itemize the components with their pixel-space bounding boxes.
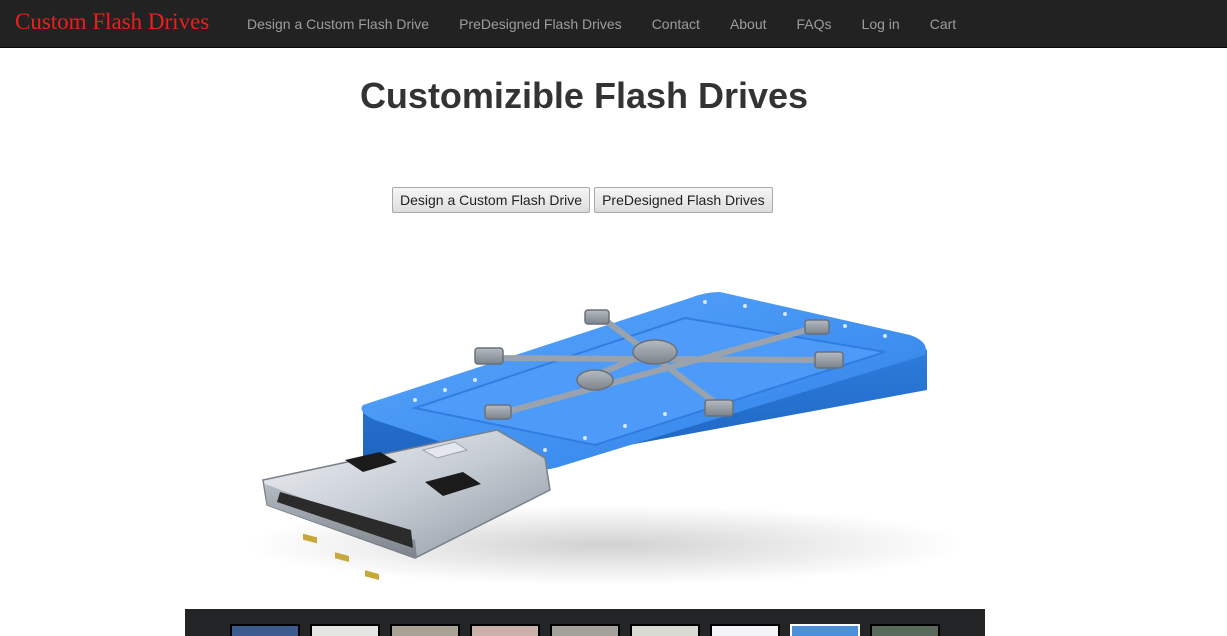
predesigned-button[interactable]: PreDesigned Flash Drives (594, 187, 773, 213)
design-custom-button[interactable]: Design a Custom Flash Drive (392, 187, 591, 213)
thumbnail-9[interactable] (870, 624, 940, 636)
thumbnail-strip (185, 609, 985, 636)
brand-logo-link[interactable]: Custom Flash Drives (15, 9, 209, 35)
nav-link-login[interactable]: Log in (847, 0, 915, 48)
thumbnail-5[interactable] (550, 624, 620, 636)
thumbnail-3[interactable] (390, 624, 460, 636)
thumbnail-2[interactable] (310, 624, 380, 636)
nav-link-cart[interactable]: Cart (915, 0, 971, 48)
thumbnail-1[interactable] (230, 624, 300, 636)
nav-links: Design a Custom Flash Drive PreDesigned … (232, 0, 971, 48)
thumbnail-6[interactable] (630, 624, 700, 636)
nav-link-about[interactable]: About (715, 0, 782, 48)
nav-link-design-custom[interactable]: Design a Custom Flash Drive (232, 0, 444, 48)
usb-flash-drive-image (245, 292, 965, 585)
thumbnail-8[interactable] (790, 624, 860, 636)
top-navbar: Custom Flash Drives Design a Custom Flas… (0, 0, 1227, 48)
thumbnail-7[interactable] (710, 624, 780, 636)
action-buttons: Design a Custom Flash Drive PreDesigned … (392, 187, 773, 213)
thumbnail-4[interactable] (470, 624, 540, 636)
page-title: Customizible Flash Drives (359, 75, 809, 116)
nav-link-contact[interactable]: Contact (637, 0, 715, 48)
nav-link-faqs[interactable]: FAQs (782, 0, 847, 48)
nav-link-predesigned[interactable]: PreDesigned Flash Drives (444, 0, 637, 48)
